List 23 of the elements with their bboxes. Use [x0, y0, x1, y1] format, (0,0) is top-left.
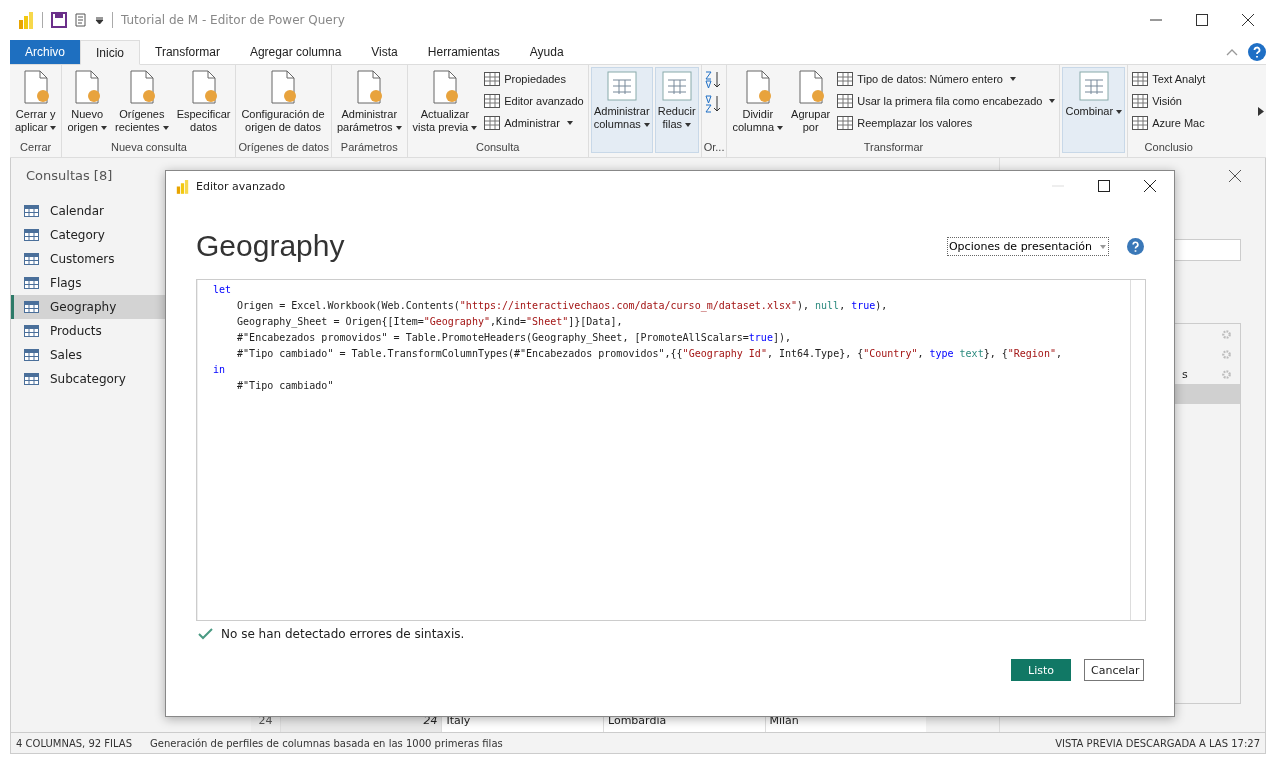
code-line: #"Tipo cambiado" [236, 379, 335, 393]
dialog-title: Editor avanzado [196, 179, 286, 193]
code-line: #"Tipo cambiado" = Table.TransformColumnTypes(#"Encabezados promovidos",{{"Geography Id", Int64.Type}, {"Country", type text}, {"Region", [236, 347, 1063, 361]
group-label: Consulta [474, 141, 521, 155]
status-text: 4 COLUMNAS, 92 FILAS [16, 737, 133, 749]
code-line: Geography_Sheet = Origen{[Item="Geography",Kind="Sheet"]}[Data], [236, 315, 624, 330]
group-label: Orígenes de datos [238, 141, 329, 155]
code-line: let [213, 283, 233, 297]
code-line: #"Encabezados promovidos" = Table.PromoteHeaders(Geography_Sheet, [PromoteAllScalars=true]), [236, 331, 792, 346]
status-text: Generación de perfiles de columnas basada en las 1000 primeras filas [150, 737, 503, 749]
code-line: Origen = Excel.Workbook(Web.Contents("https://interactivechaos.com/data/curso_m/dataset.xlsx"), null, true), [236, 299, 889, 314]
status-text: VISTA PREVIA DESCARGADA A LAS 17:27 [1055, 737, 1260, 749]
queries-title: Consultas [8] [25, 168, 114, 185]
query-heading: Geography [196, 229, 345, 263]
group-label: Nueva consulta [110, 141, 188, 155]
group-label: Or... [703, 141, 725, 155]
window-title: Tutorial de M - Editor de Power Query [121, 13, 345, 27]
code-line: in [213, 363, 227, 377]
group-label: Cerrar [19, 141, 53, 155]
group-label: Conclusio [1143, 141, 1194, 155]
syntax-status: No se han detectado errores de sintaxis. [221, 627, 465, 641]
group-label: Parámetros [339, 141, 399, 155]
group-label: Transformar [862, 141, 925, 155]
